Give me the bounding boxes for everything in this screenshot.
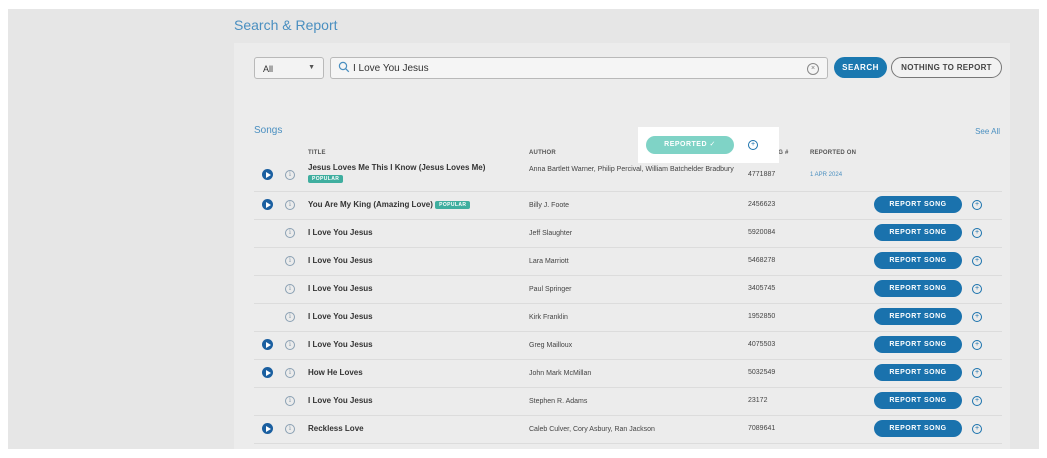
search-panel: All ▼ I Love You Jesus × SEARCH NOTHING … [234, 43, 1010, 449]
report-song-button[interactable]: REPORT SONG [874, 336, 962, 353]
add-icon[interactable]: + [972, 228, 982, 238]
search-icon [338, 61, 350, 73]
add-icon[interactable]: + [972, 284, 982, 294]
table-row: i I Love You Jesus Lara Marriott 5468278… [254, 247, 1002, 276]
chevron-down-icon: ▼ [308, 64, 315, 71]
add-icon[interactable]: + [972, 396, 982, 406]
report-song-button[interactable]: REPORT SONG [874, 224, 962, 241]
section-title-songs: Songs [254, 125, 283, 136]
reported-button[interactable]: REPORTED ✓ [646, 136, 734, 154]
add-icon[interactable]: + [972, 312, 982, 322]
song-author: Stephen R. Adams [529, 398, 588, 405]
table-row: i I Love You Jesus Greg Mailloux 4075503… [254, 331, 1002, 360]
play-icon[interactable] [262, 199, 273, 210]
song-ccli: 5032549 [748, 369, 776, 376]
song-title[interactable]: I Love You Jesus [308, 312, 373, 321]
song-ccli: 1952850 [748, 313, 776, 320]
report-song-button[interactable]: REPORT SONG [874, 252, 962, 269]
song-title[interactable]: I Love You Jesus [308, 340, 373, 349]
table-row: i Reckless Love Caleb Culver, Cory Asbur… [254, 415, 1002, 444]
reported-date: 1 APR 2024 [810, 172, 843, 178]
song-title[interactable]: Reckless Love [308, 424, 364, 433]
info-icon[interactable]: i [285, 396, 295, 406]
song-title-text: You Are My King (Amazing Love) [308, 200, 433, 209]
search-bar: All ▼ I Love You Jesus × SEARCH NOTHING … [254, 57, 1002, 81]
song-author: Jeff Slaughter [529, 230, 573, 237]
filter-select[interactable]: All ▼ [254, 57, 324, 79]
column-header-title: TITLE [308, 150, 326, 156]
table-row: i How He Loves John Mark McMillan 503254… [254, 359, 1002, 388]
page-title: Search & Report [234, 17, 338, 33]
song-author: Caleb Culver, Cory Asbury, Ran Jackson [529, 426, 655, 433]
song-ccli: 4771887 [748, 171, 776, 178]
table-row: i I Love You Jesus Kirk Franklin 1952850… [254, 303, 1002, 332]
table-row: i I Love You Jesus Paul Springer 3405745… [254, 275, 1002, 304]
info-icon[interactable]: i [285, 284, 295, 294]
add-icon[interactable]: + [972, 256, 982, 266]
add-icon[interactable]: + [972, 340, 982, 350]
song-ccli: 5468278 [748, 257, 776, 264]
song-ccli: 7089641 [748, 425, 776, 432]
info-icon[interactable]: i [285, 424, 295, 434]
play-icon[interactable] [262, 423, 273, 434]
report-song-button[interactable]: REPORT SONG [874, 392, 962, 409]
table-row: i Jesus Loves Me This I Know (Jesus Love… [254, 159, 1002, 192]
info-icon[interactable]: i [285, 312, 295, 322]
report-song-button[interactable]: REPORT SONG [874, 280, 962, 297]
song-author: Lara Marriott [529, 258, 569, 265]
search-button[interactable]: SEARCH [834, 57, 887, 78]
report-song-button[interactable]: REPORT SONG [874, 308, 962, 325]
column-header-reported-on: REPORTED ON [810, 150, 857, 156]
song-author: Greg Mailloux [529, 342, 573, 349]
search-query: I Love You Jesus [353, 63, 429, 74]
info-icon[interactable]: i [285, 368, 295, 378]
song-title[interactable]: I Love You Jesus [308, 228, 373, 237]
song-title[interactable]: I Love You Jesus [308, 256, 373, 265]
info-icon[interactable]: i [285, 170, 295, 180]
app-frame: Search & Report All ▼ I Love You Jesus ×… [8, 9, 1039, 449]
song-ccli: 2456623 [748, 201, 776, 208]
song-ccli: 3405745 [748, 285, 776, 292]
popular-badge: POPULAR [435, 200, 471, 209]
column-header-author: AUTHOR [529, 150, 556, 156]
song-ccli: 5920084 [748, 229, 776, 236]
song-author: Billy J. Foote [529, 202, 570, 209]
table-row: i I Love You Jesus Jeff Slaughter 592008… [254, 219, 1002, 248]
song-ccli: 4075503 [748, 341, 776, 348]
report-song-button[interactable]: REPORT SONG [874, 196, 962, 213]
filter-value: All [263, 64, 274, 74]
song-title[interactable]: Jesus Loves Me This I Know (Jesus Loves … [308, 163, 485, 183]
song-title[interactable]: I Love You Jesus [308, 284, 373, 293]
info-icon[interactable]: i [285, 256, 295, 266]
song-author: Paul Springer [529, 286, 572, 293]
play-icon[interactable] [262, 339, 273, 350]
report-song-button[interactable]: REPORT SONG [874, 420, 962, 437]
reported-highlight: REPORTED ✓ + [638, 127, 779, 163]
play-icon[interactable] [262, 367, 273, 378]
search-input[interactable]: I Love You Jesus × [330, 57, 828, 79]
play-icon[interactable] [262, 169, 273, 180]
song-author: Anna Bartlett Warner, Philip Percival, W… [529, 166, 734, 173]
info-icon[interactable]: i [285, 200, 295, 210]
add-icon[interactable]: + [748, 140, 758, 150]
table-row: i I Love You Jesus Stephen R. Adams 2317… [254, 387, 1002, 416]
info-icon[interactable]: i [285, 340, 295, 350]
song-title[interactable]: How He Loves [308, 368, 363, 377]
table-row: i You Are My King (Amazing Love) POPULAR… [254, 191, 1002, 220]
nothing-to-report-button[interactable]: NOTHING TO REPORT [891, 57, 1002, 78]
popular-badge: POPULAR [308, 175, 344, 183]
song-author: Kirk Franklin [529, 314, 568, 321]
song-title-text: Jesus Loves Me This I Know (Jesus Loves … [308, 163, 486, 172]
add-icon[interactable]: + [972, 424, 982, 434]
report-song-button[interactable]: REPORT SONG [874, 364, 962, 381]
song-title[interactable]: I Love You Jesus [308, 396, 373, 405]
clear-icon[interactable]: × [807, 63, 819, 75]
song-author: John Mark McMillan [529, 370, 592, 377]
song-ccli: 23172 [748, 397, 768, 404]
see-all-link[interactable]: See All [975, 127, 1000, 136]
add-icon[interactable]: + [972, 200, 982, 210]
info-icon[interactable]: i [285, 228, 295, 238]
add-icon[interactable]: + [972, 368, 982, 378]
song-title[interactable]: You Are My King (Amazing Love) POPULAR [308, 200, 471, 209]
